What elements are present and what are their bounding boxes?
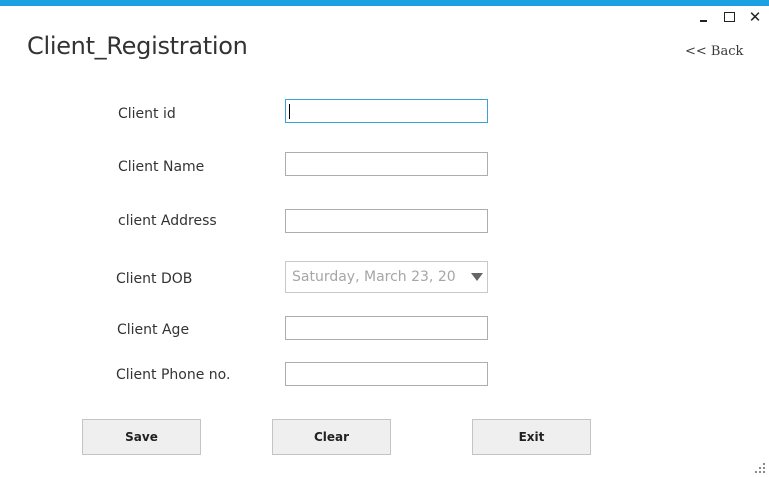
client-id-input[interactable]	[285, 99, 488, 123]
maximize-icon[interactable]	[721, 8, 737, 26]
client-phone-label: Client Phone no.	[116, 367, 231, 383]
client-name-label: Client Name	[118, 159, 205, 175]
page-title: Client_Registration	[27, 32, 248, 60]
close-icon[interactable]: ✕	[747, 8, 763, 26]
window-accent-bar	[0, 0, 769, 6]
client-age-label: Client Age	[117, 322, 190, 338]
window-controls: ✕	[695, 8, 763, 26]
text-caret	[289, 104, 290, 119]
chevron-down-icon[interactable]	[471, 273, 483, 281]
minimize-icon[interactable]	[695, 8, 711, 26]
client-phone-input[interactable]	[285, 362, 488, 386]
resize-grip-icon[interactable]	[755, 463, 765, 473]
client-dob-value: Saturday, March 23, 20	[292, 269, 456, 285]
client-id-label: Client id	[118, 106, 176, 122]
client-dob-label: Client DOB	[116, 271, 193, 287]
client-address-label: client Address	[118, 213, 217, 229]
back-link[interactable]: << Back	[685, 44, 743, 59]
client-name-input[interactable]	[285, 152, 488, 176]
client-age-input[interactable]	[285, 316, 488, 340]
exit-button[interactable]: Exit	[472, 419, 591, 455]
client-address-input[interactable]	[285, 209, 488, 233]
clear-button[interactable]: Clear	[272, 419, 391, 455]
save-button[interactable]: Save	[82, 419, 201, 455]
client-dob-datepicker[interactable]: Saturday, March 23, 20	[285, 261, 488, 293]
